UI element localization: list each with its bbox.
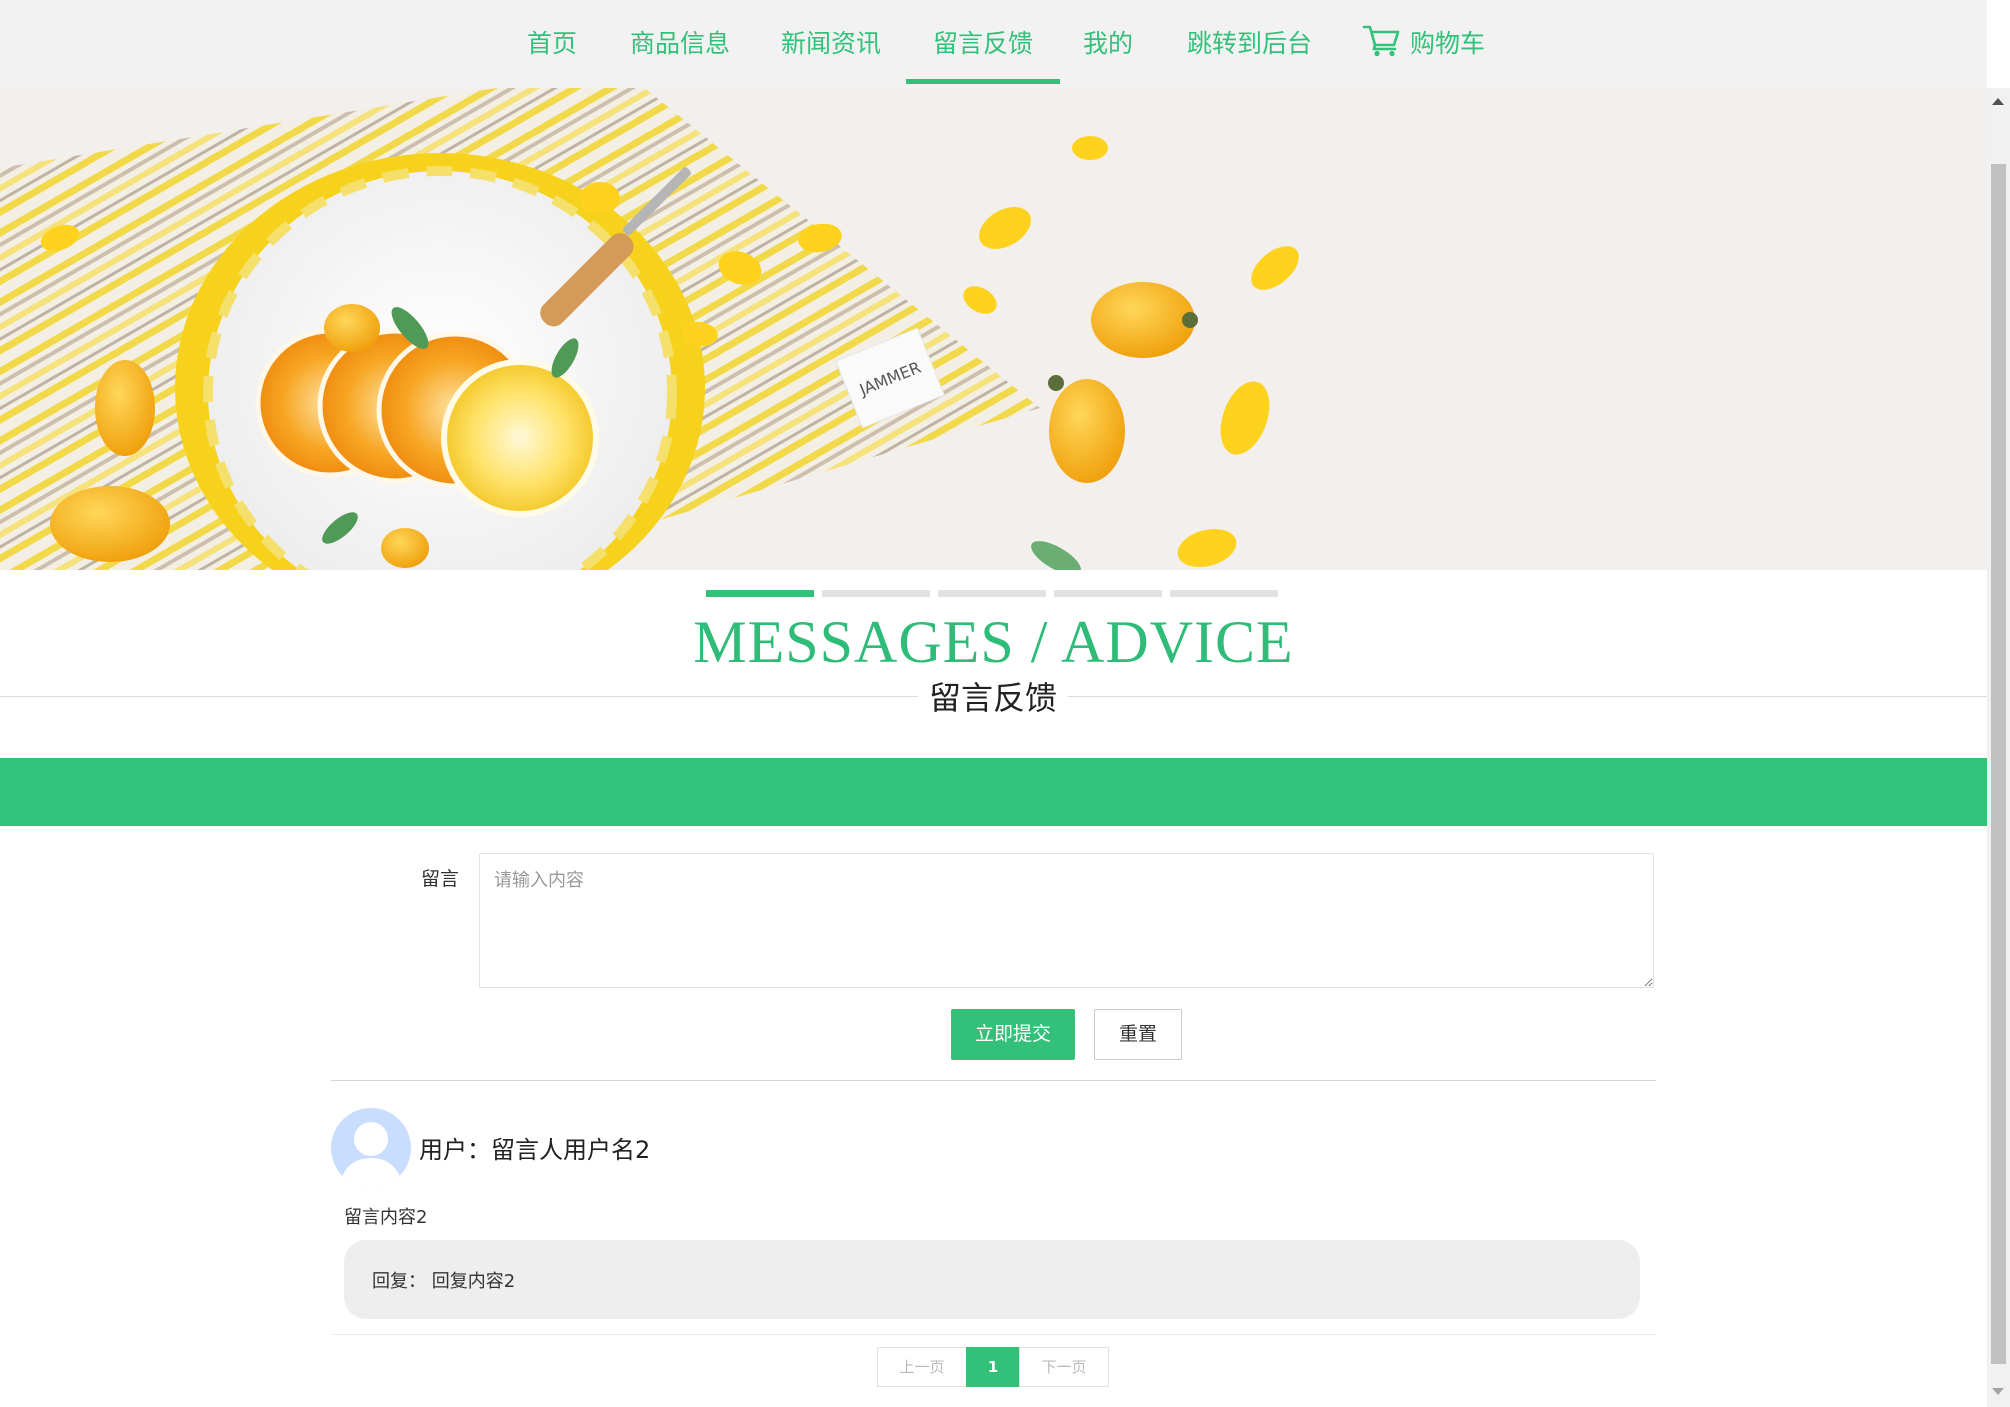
reset-button[interactable]: 重置 [1094,1009,1182,1060]
vertical-scrollbar[interactable] [1987,88,2010,1407]
banner-carousel[interactable]: JAMMER [0,88,1987,570]
nav-item-mine[interactable]: 我的 [1083,0,1133,88]
cart-icon [1362,25,1400,57]
user-avatar-icon [331,1108,411,1188]
reply-box: 回复： 回复内容2 [344,1240,1640,1319]
nav-item-cart-label: 购物车 [1410,29,1486,58]
prev-page-button[interactable]: 上一页 [877,1347,967,1387]
list-divider [331,1080,1656,1081]
nav-item-products[interactable]: 商品信息 [630,0,730,88]
carousel-indicators [706,590,1280,597]
message-field-label: 留言 [421,868,460,890]
nav-item-news[interactable]: 新闻资讯 [781,0,881,88]
scroll-down-icon[interactable] [1992,1388,2004,1395]
submit-button[interactable]: 立即提交 [951,1009,1075,1060]
current-page[interactable]: 1 [966,1347,1020,1387]
top-navigation: 首页 商品信息 新闻资讯 留言反馈 我的 跳转到后台 购物车 [0,0,1987,88]
message-textarea[interactable] [479,853,1654,988]
section-title-english: MESSAGES / ADVICE [693,609,1294,675]
list-divider [331,1334,1656,1335]
carousel-indicator[interactable] [822,590,930,597]
nav-item-cart[interactable]: 购物车 [1362,0,1485,88]
section-title-chinese: 留言反馈 [918,677,1068,719]
carousel-indicator[interactable] [1054,590,1162,597]
scroll-up-icon[interactable] [1992,98,2004,105]
nav-item-admin[interactable]: 跳转到后台 [1187,0,1312,88]
banner-image: JAMMER [0,88,1987,570]
next-page-button[interactable]: 下一页 [1019,1347,1109,1387]
carousel-indicator[interactable] [706,590,814,597]
accent-band [0,758,1987,826]
reply-text: 回复： 回复内容2 [372,1271,516,1292]
carousel-indicator[interactable] [938,590,1046,597]
nav-item-messages[interactable]: 留言反馈 [905,0,1061,88]
nav-item-home[interactable]: 首页 [527,0,577,88]
scroll-thumb[interactable] [1991,164,2006,1364]
message-content: 留言内容2 [344,1207,428,1228]
message-username: 用户：留言人用户名2 [419,1136,651,1164]
carousel-indicator[interactable] [1170,590,1278,597]
